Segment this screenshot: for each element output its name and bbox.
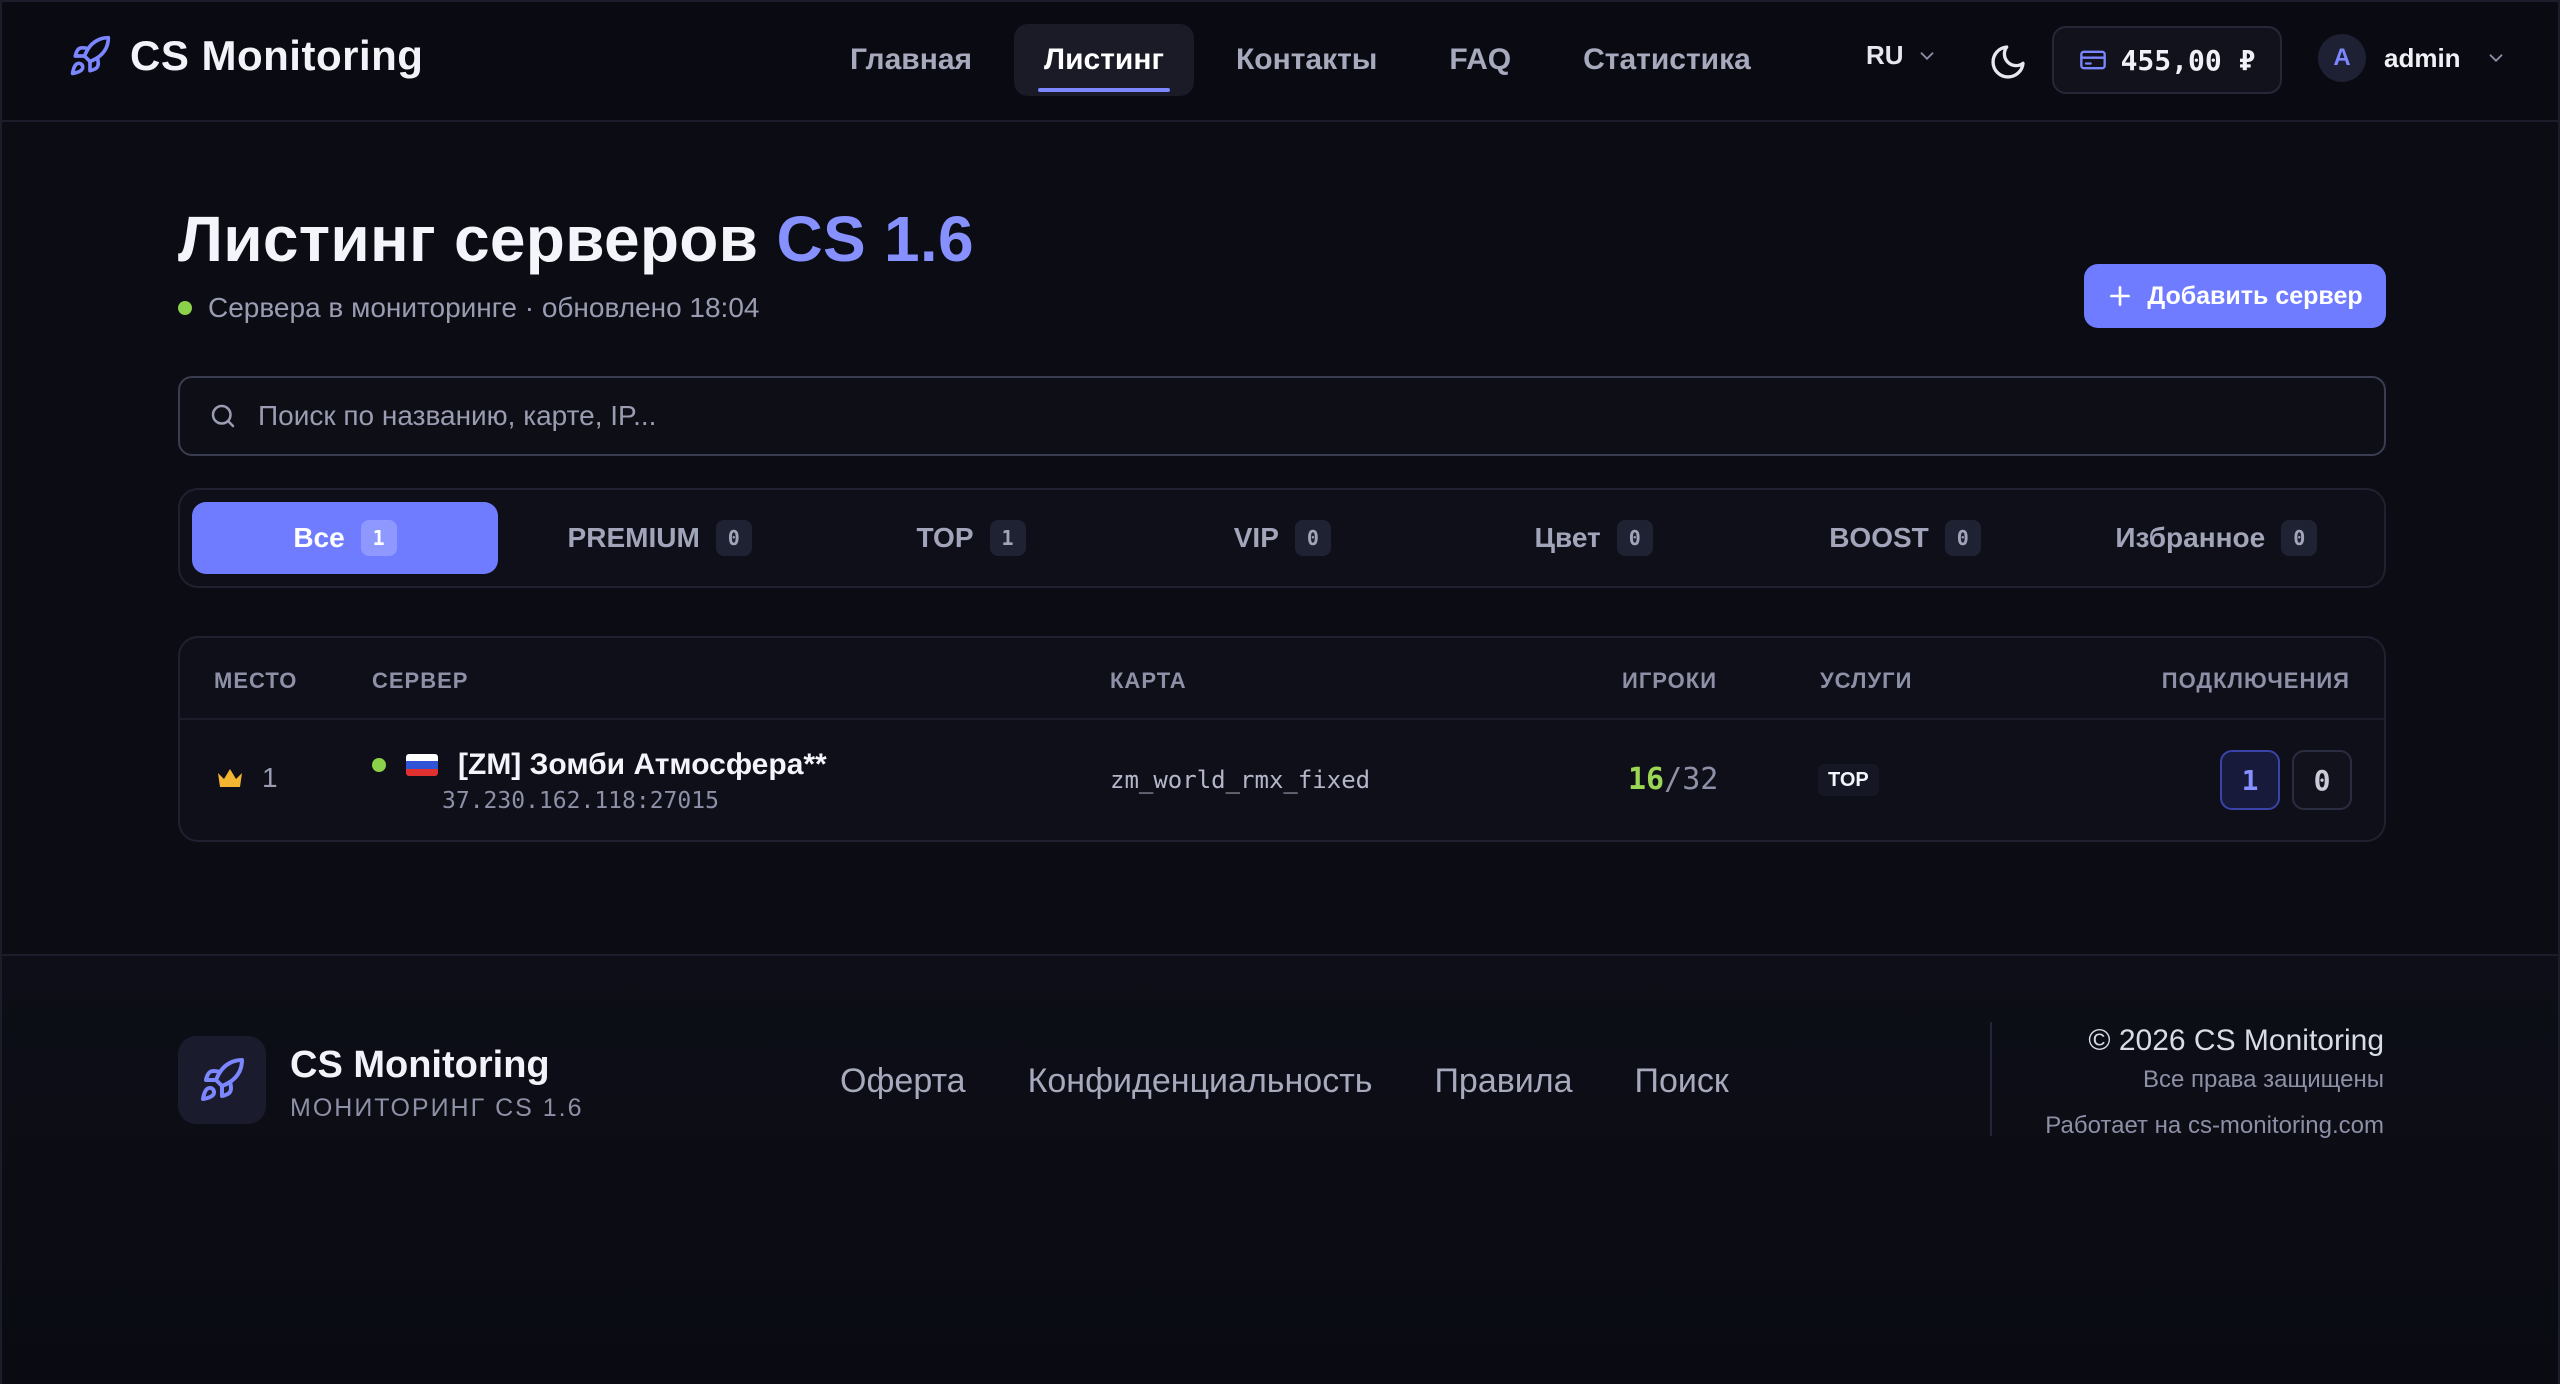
- main-nav: Главная Листинг Контакты FAQ Статистика: [820, 24, 1781, 96]
- column-header-map: КАРТА: [1110, 668, 1187, 693]
- column-header-server: СЕРВЕР: [372, 668, 469, 693]
- filter-tab-label: BOOST: [1829, 522, 1929, 553]
- map-name: zm_world_rmx_fixed: [1110, 766, 1371, 794]
- table-header: МЕСТО СЕРВЕР КАРТА ИГРОКИ УСЛУГИ ПОДКЛЮЧ…: [180, 638, 2384, 720]
- players-count: 16/32: [1628, 762, 1718, 797]
- footer-powered-by: Работает на cs-monitoring.com: [2045, 1112, 2384, 1139]
- connect-count-button[interactable]: 1: [2220, 750, 2280, 810]
- filter-tab-label: Цвет: [1534, 522, 1601, 553]
- footer-divider: [1990, 1022, 1992, 1136]
- rocket-icon: [201, 1057, 244, 1101]
- brand-logo[interactable]: CS Monitoring: [68, 32, 423, 80]
- online-status-dot: [372, 758, 386, 772]
- players-separator: /: [1664, 762, 1683, 797]
- plus-icon: [2110, 286, 2131, 306]
- count-badge: 0: [1616, 520, 1653, 556]
- footer-link-offer[interactable]: Оферта: [840, 1062, 966, 1101]
- wallet-icon: [2079, 50, 2106, 70]
- column-header-players: ИГРОКИ: [1622, 668, 1718, 693]
- players-max: 32: [1682, 762, 1719, 797]
- footer-tagline: МОНИТОРИНГ CS 1.6: [290, 1094, 584, 1122]
- footer-link-privacy[interactable]: Конфиденциальность: [1028, 1062, 1373, 1101]
- service-badge: TOP: [1818, 764, 1879, 796]
- brand-name: CS Monitoring: [130, 32, 424, 79]
- filter-tab-label: TOP: [916, 522, 974, 553]
- add-server-button[interactable]: Добавить сервер: [2084, 264, 2386, 328]
- status-dot: [178, 301, 192, 315]
- column-header-place: МЕСТО: [214, 668, 298, 693]
- chevron-down-icon: [2489, 54, 2502, 63]
- server-name[interactable]: [ZM] Зомби Атмосфера**: [458, 748, 827, 782]
- server-ip[interactable]: 37.230.162.118:27015: [442, 788, 827, 814]
- count-badge: 1: [989, 520, 1026, 556]
- footer-brand: CS Monitoring: [290, 1044, 550, 1086]
- filter-tab-color[interactable]: Цвет 0: [1438, 502, 1749, 574]
- page-subtitle: Сервера в мониторинге · обновлено 18:04: [178, 292, 759, 324]
- filter-tab-label: Все: [293, 522, 345, 553]
- count-badge: 1: [360, 520, 397, 556]
- place-cell: 1: [216, 762, 278, 794]
- filter-tab-all[interactable]: Все 1: [192, 502, 498, 574]
- players-current: 16: [1628, 762, 1665, 797]
- place-number: 1: [262, 762, 278, 793]
- avatar: A: [2318, 34, 2366, 82]
- chevron-down-icon: [1920, 51, 1933, 60]
- subtitle-text: Сервера в мониторинге · обновлено 18:04: [208, 292, 760, 323]
- user-menu[interactable]: A admin: [2318, 34, 2507, 82]
- filter-tab-favorites[interactable]: Избранное 0: [2061, 502, 2372, 574]
- filter-tab-label: VIP: [1233, 522, 1279, 553]
- count-badge: 0: [1944, 520, 1981, 556]
- connections-cell: 1 0: [2220, 750, 2352, 810]
- nav-item-listing[interactable]: Листинг: [1014, 24, 1194, 96]
- filter-tab-label: PREMIUM: [567, 522, 700, 553]
- nav-item-faq[interactable]: FAQ: [1419, 24, 1541, 96]
- balance-button[interactable]: 455,00 ₽: [2052, 26, 2282, 94]
- footer: CS Monitoring МОНИТОРИНГ CS 1.6 Оферта К…: [2, 954, 2558, 1384]
- count-badge: 0: [715, 520, 752, 556]
- search-input[interactable]: [258, 400, 2358, 432]
- footer-links: Оферта Конфиденциальность Правила Поиск: [840, 1062, 1729, 1101]
- footer-info: © 2026 CS Monitoring Все права защищены …: [2045, 1024, 2384, 1140]
- server-cell[interactable]: [ZM] Зомби Атмосфера** 37.230.162.118:27…: [372, 748, 827, 814]
- page-title: Листинг серверов CS 1.6: [178, 202, 974, 276]
- column-header-services: УСЛУГИ: [1820, 668, 1913, 693]
- language-label: RU: [1866, 40, 1904, 70]
- username: admin: [2384, 42, 2461, 73]
- nav-item-contacts[interactable]: Контакты: [1206, 24, 1407, 96]
- filter-tab-vip[interactable]: VIP 0: [1127, 502, 1438, 574]
- language-selector[interactable]: RU: [1866, 40, 1938, 71]
- column-header-connections: ПОДКЛЮЧЕНИЯ: [2161, 668, 2350, 693]
- footer-logo[interactable]: [178, 1036, 266, 1124]
- balance-amount: 455,00 ₽: [2120, 43, 2256, 77]
- filter-tab-boost[interactable]: BOOST 0: [1749, 502, 2060, 574]
- moon-icon[interactable]: [1988, 42, 2028, 82]
- filter-tab-top[interactable]: TOP 1: [815, 502, 1126, 574]
- filter-tab-label: Избранное: [2115, 522, 2266, 553]
- footer-link-rules[interactable]: Правила: [1434, 1062, 1572, 1101]
- rocket-icon: [70, 35, 111, 76]
- search-icon: [211, 404, 235, 428]
- nav-item-home[interactable]: Главная: [820, 24, 1002, 96]
- footer-copyright: © 2026 CS Monitoring: [2088, 1024, 2384, 1057]
- search-box: [178, 376, 2386, 456]
- page-title-accent: CS 1.6: [776, 203, 974, 275]
- server-table: МЕСТО СЕРВЕР КАРТА ИГРОКИ УСЛУГИ ПОДКЛЮЧ…: [178, 636, 2386, 842]
- count-badge: 0: [2281, 520, 2318, 556]
- count-badge: 0: [1294, 520, 1331, 556]
- connect-count-secondary[interactable]: 0: [2292, 750, 2352, 810]
- filter-tab-premium[interactable]: PREMIUM 0: [504, 502, 815, 574]
- nav-item-statistics[interactable]: Статистика: [1553, 24, 1781, 96]
- flag-ru-icon: [406, 754, 438, 776]
- crown-icon: [218, 769, 242, 787]
- footer-link-search[interactable]: Поиск: [1635, 1062, 1729, 1101]
- table-row[interactable]: 1 [ZM] Зомби Атмосфера** 37.230.162.118:…: [180, 720, 2384, 840]
- footer-rights: Все права защищены: [2142, 1066, 2384, 1093]
- page-title-text: Листинг серверов: [178, 203, 759, 275]
- add-server-label: Добавить сервер: [2147, 281, 2363, 310]
- filter-tabs: Все 1 PREMIUM 0 TOP 1 VIP 0 Цвет 0 BOOST…: [178, 488, 2386, 588]
- page: CS Monitoring Главная Листинг Контакты F…: [0, 0, 2560, 1384]
- top-header: CS Monitoring Главная Листинг Контакты F…: [2, 2, 2558, 122]
